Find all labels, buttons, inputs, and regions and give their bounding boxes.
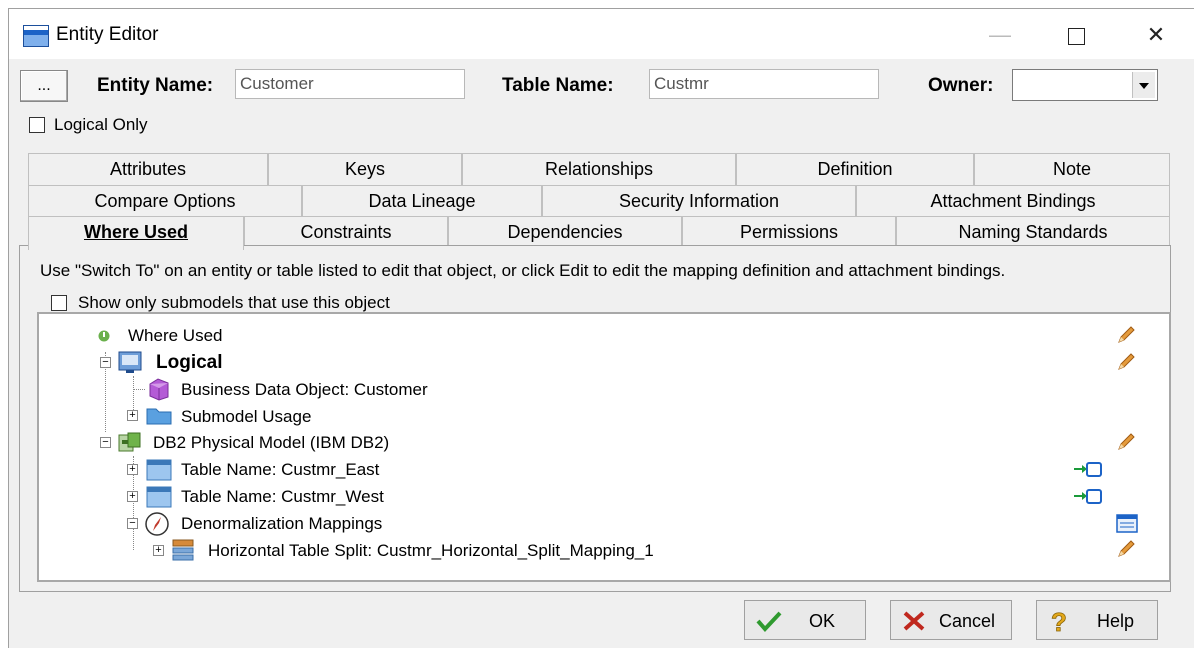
show-only-submodels-checkbox[interactable] — [51, 295, 67, 311]
show-only-submodels-label: Show only submodels that use this object — [78, 293, 390, 312]
svg-text:?: ? — [1051, 607, 1067, 635]
owner-select[interactable] — [1012, 69, 1158, 101]
collapse-icon[interactable]: − — [127, 518, 138, 529]
tab-dependencies[interactable]: Dependencies — [448, 216, 682, 248]
tree-node-horizontal-table-split[interactable]: Horizontal Table Split: Custmr_Horizonta… — [208, 541, 654, 561]
chevron-down-icon[interactable] — [1132, 72, 1155, 98]
cancel-x-icon — [903, 611, 925, 631]
entity-name-field[interactable]: Customer — [235, 69, 465, 99]
tab-constraints[interactable]: Constraints — [244, 216, 448, 248]
expand-icon[interactable]: + — [127, 491, 138, 502]
window-title: Entity Editor — [56, 24, 159, 45]
edit-pencil-icon[interactable] — [1116, 325, 1136, 345]
switch-to-icon[interactable] — [1073, 460, 1103, 480]
physical-model-icon — [118, 432, 141, 452]
help-question-icon: ? — [1051, 607, 1068, 635]
tree-node-business-data-object[interactable]: Business Data Object: Customer — [181, 380, 428, 400]
expand-icon[interactable]: + — [153, 545, 164, 556]
logical-model-icon — [118, 351, 142, 373]
business-data-object-icon — [149, 378, 169, 401]
mapping-editor-icon[interactable] — [1116, 514, 1138, 534]
collapse-icon[interactable]: − — [100, 437, 111, 448]
tree-node-logical[interactable]: Logical — [156, 352, 223, 374]
collapse-icon[interactable]: − — [100, 357, 111, 368]
tab-attachment-bindings[interactable]: Attachment Bindings — [856, 185, 1170, 217]
tab-where-used[interactable]: Where Used — [28, 216, 244, 250]
table-name-label: Table Name: — [502, 75, 614, 96]
tab-note[interactable]: Note — [974, 153, 1170, 185]
where-used-info-text: Use "Switch To" on an entity or table li… — [40, 261, 1006, 280]
edit-pencil-icon[interactable] — [1116, 352, 1136, 372]
edit-pencil-icon[interactable] — [1116, 432, 1136, 452]
tree-node-where-used[interactable]: Where Used — [128, 326, 222, 346]
minimize-button[interactable]: — — [977, 17, 1023, 53]
tab-security-information[interactable]: Security Information — [542, 185, 856, 217]
table-icon — [146, 486, 172, 508]
tab-definition[interactable]: Definition — [736, 153, 974, 185]
compass-icon — [145, 512, 169, 536]
entity-name-label: Entity Name: — [97, 75, 214, 96]
folder-icon — [146, 408, 172, 425]
tab-data-lineage[interactable]: Data Lineage — [302, 185, 542, 217]
help-label: Help — [1097, 611, 1135, 631]
switch-to-icon[interactable] — [1073, 487, 1103, 507]
tab-keys[interactable]: Keys — [268, 153, 462, 185]
edit-pencil-icon[interactable] — [1116, 539, 1136, 559]
expand-icon[interactable]: + — [127, 410, 138, 421]
table-split-icon — [172, 539, 194, 561]
tab-naming-standards[interactable]: Naming Standards — [896, 216, 1170, 248]
ok-button[interactable]: OK — [744, 600, 866, 640]
tab-compare-options[interactable]: Compare Options — [28, 185, 302, 217]
table-icon — [146, 459, 172, 481]
logical-only-label: Logical Only — [54, 115, 148, 134]
tab-relationships[interactable]: Relationships — [462, 153, 736, 185]
owner-label: Owner: — [928, 75, 994, 96]
info-circle-icon — [98, 330, 110, 342]
cancel-button[interactable]: Cancel — [890, 600, 1012, 640]
close-button[interactable]: ✕ — [1133, 17, 1179, 53]
logical-only-checkbox[interactable] — [29, 117, 45, 133]
tab-attributes[interactable]: Attributes — [28, 153, 268, 185]
ok-label: OK — [809, 611, 836, 631]
table-name-field[interactable]: Custmr — [649, 69, 879, 99]
maximize-button[interactable] — [1053, 17, 1099, 53]
tree-node-submodel-usage[interactable]: Submodel Usage — [181, 407, 311, 427]
entity-browse-button[interactable]: ... — [20, 70, 68, 102]
tree-node-table-custmr-west[interactable]: Table Name: Custmr_West — [181, 487, 384, 507]
tree-node-db2-physical-model[interactable]: DB2 Physical Model (IBM DB2) — [153, 433, 389, 453]
maximize-icon — [1067, 27, 1085, 45]
cancel-label: Cancel — [939, 611, 996, 631]
tree-node-denormalization-mappings[interactable]: Denormalization Mappings — [181, 514, 382, 534]
tree-node-table-custmr-east[interactable]: Table Name: Custmr_East — [181, 460, 379, 480]
checkmark-icon — [756, 611, 782, 632]
title-bar: Entity Editor — ✕ — [9, 9, 1194, 59]
app-icon — [23, 25, 49, 47]
tab-permissions[interactable]: Permissions — [682, 216, 896, 248]
expand-icon[interactable]: + — [127, 464, 138, 475]
help-button[interactable]: ? Help — [1036, 600, 1158, 640]
